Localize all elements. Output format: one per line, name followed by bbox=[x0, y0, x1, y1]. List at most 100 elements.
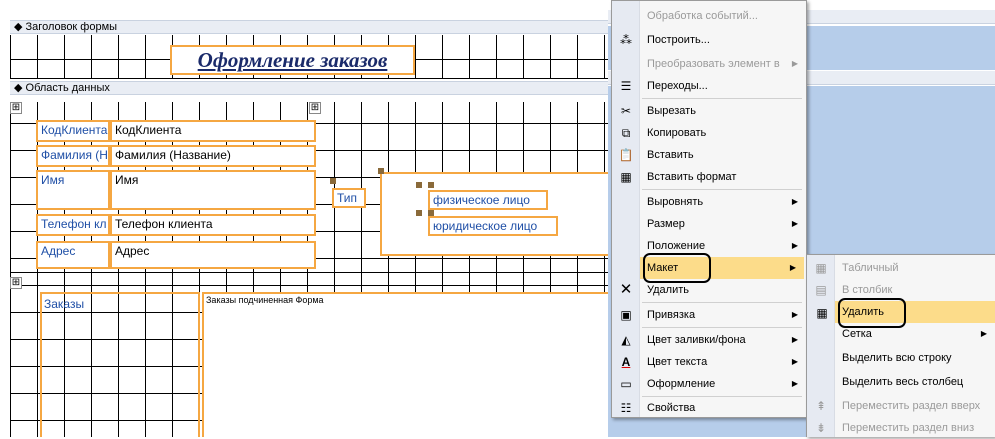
paste-format-icon: ▦ bbox=[620, 170, 632, 184]
menu-separator bbox=[642, 327, 802, 328]
submenu-arrow-icon: ▶ bbox=[791, 379, 798, 388]
submenu-item-move-down[interactable]: ⇟ Переместить раздел вниз bbox=[807, 417, 995, 439]
menu-item-position[interactable]: Положение ▶ bbox=[612, 235, 806, 257]
layout-move-icon[interactable]: ⊞ bbox=[309, 102, 321, 114]
label-familiya[interactable]: Фамилия (Н bbox=[36, 145, 110, 167]
menu-item-label: Выровнять bbox=[647, 196, 704, 208]
move-handle[interactable] bbox=[330, 178, 336, 184]
submenu-arrow-icon: ▶ bbox=[791, 310, 798, 319]
menu-item-label: Положение bbox=[647, 240, 706, 252]
move-handle[interactable] bbox=[416, 210, 422, 216]
submenu-arrow-icon: ▶ bbox=[791, 357, 798, 366]
submenu-item-select-row[interactable]: Выделить всю строку bbox=[807, 347, 995, 369]
menu-item-label: Копировать bbox=[647, 127, 707, 139]
menu-item-label: Выделить весь столбец bbox=[842, 376, 964, 388]
fill-color-icon: ◭ bbox=[621, 333, 631, 347]
menu-item-label: Вставить bbox=[647, 149, 694, 161]
field-imya[interactable]: Имя bbox=[110, 170, 316, 210]
menu-separator bbox=[642, 98, 802, 99]
label-telefon[interactable]: Телефон кл bbox=[36, 214, 110, 236]
menu-item-paste-format[interactable]: ▦ Вставить формат bbox=[612, 166, 806, 188]
menu-item-font-color[interactable]: A Цвет текста ▶ bbox=[612, 351, 806, 373]
submenu-arrow-icon: ▶ bbox=[980, 329, 987, 338]
grid-divider bbox=[10, 272, 610, 273]
menu-item-anchor[interactable]: ▣ Привязка ▶ bbox=[612, 304, 806, 326]
menu-item-label: Размер bbox=[647, 218, 685, 230]
field-adres[interactable]: Адрес bbox=[110, 241, 316, 269]
submenu-arrow-icon: ▶ bbox=[789, 263, 796, 272]
scissors-icon: ✂ bbox=[620, 104, 632, 118]
menu-item-label: Оформление bbox=[647, 378, 716, 390]
menu-item-paste[interactable]: 📋 Вставить bbox=[612, 144, 806, 166]
menu-item-label: Переходы... bbox=[647, 80, 708, 92]
subform-name: Заказы подчиненная Форма bbox=[206, 295, 324, 305]
subform-label: Заказы bbox=[44, 297, 85, 311]
form-header-section-bar[interactable]: ◆ Заголовок формы bbox=[10, 20, 610, 34]
tabular-icon: ▦ bbox=[815, 261, 827, 275]
field-kodklienta[interactable]: КодКлиента bbox=[110, 120, 316, 142]
menu-item-label: Табличный bbox=[842, 262, 899, 274]
option-yur-lico[interactable]: юридическое лицо bbox=[428, 216, 558, 236]
move-handle[interactable] bbox=[428, 182, 434, 188]
menu-item-align[interactable]: Выровнять ▶ bbox=[612, 191, 806, 213]
layout-move-icon[interactable]: ⊞ bbox=[10, 277, 22, 289]
submenu-arrow-icon: ▶ bbox=[791, 59, 798, 68]
layout-submenu: ▦ Табличный ▤ В столбик Удалить ▦ Сетка ▶ В… bbox=[806, 254, 995, 437]
field-telefon[interactable]: Телефон клиента bbox=[110, 214, 316, 236]
move-handle[interactable] bbox=[378, 168, 384, 174]
menu-item-tab-order[interactable]: ☰ Переходы... bbox=[612, 75, 806, 97]
paste-icon: 📋 bbox=[618, 148, 634, 162]
move-up-icon: ⇞ bbox=[815, 399, 827, 413]
subform-control[interactable] bbox=[202, 292, 610, 437]
submenu-item-select-column[interactable]: Выделить весь столбец bbox=[807, 371, 995, 393]
menu-item-convert[interactable]: Преобразовать элемент в ▶ bbox=[612, 53, 806, 75]
menu-item-label: Обработка событий... bbox=[647, 10, 758, 22]
menu-item-cut[interactable]: ✂ Вырезать bbox=[612, 100, 806, 122]
label-adres[interactable]: Адрес bbox=[36, 241, 110, 269]
subform-label-frame[interactable] bbox=[40, 292, 200, 437]
submenu-item-tabular[interactable]: ▦ Табличный bbox=[807, 257, 995, 279]
menu-item-label: Переместить раздел вверх bbox=[842, 400, 981, 412]
submenu-item-gridlines[interactable]: Сетка ▶ bbox=[807, 323, 995, 345]
collapse-arrow-icon: ◆ bbox=[14, 21, 23, 33]
menu-item-copy[interactable]: ⧉ Копировать bbox=[612, 122, 806, 144]
layout-move-icon[interactable]: ⊞ bbox=[10, 102, 22, 114]
submenu-arrow-icon: ▶ bbox=[791, 335, 798, 344]
detail-section-bar[interactable]: ◆ Область данных bbox=[10, 81, 610, 95]
menu-item-label: Вырезать bbox=[647, 105, 696, 117]
option-group-label[interactable]: Тип bbox=[332, 188, 366, 208]
move-handle[interactable] bbox=[416, 182, 422, 188]
menu-item-label: Свойства bbox=[647, 402, 696, 414]
menu-item-label: Цвет заливки/фона bbox=[647, 334, 746, 346]
option-fiz-lico[interactable]: физическое лицо bbox=[428, 190, 548, 210]
menu-item-properties[interactable]: ☷ Свойства bbox=[612, 397, 806, 419]
submenu-item-move-up[interactable]: ⇞ Переместить раздел вверх bbox=[807, 395, 995, 417]
menu-item-build[interactable]: ⁂ Построить... bbox=[612, 29, 806, 51]
label-kodklienta[interactable]: КодКлиента bbox=[36, 120, 110, 142]
menu-item-label: Построить... bbox=[647, 34, 710, 46]
field-familiya[interactable]: Фамилия (Название) bbox=[110, 145, 316, 167]
anchor-icon: ▣ bbox=[620, 308, 632, 322]
menu-item-size[interactable]: Размер ▶ bbox=[612, 213, 806, 235]
menu-item-event-handling[interactable]: Обработка событий... bbox=[612, 5, 806, 27]
context-menu: Обработка событий... ⁂ Построить... Преоб… bbox=[611, 0, 807, 418]
menu-item-delete[interactable]: ✕ Удалить bbox=[612, 279, 806, 301]
form-header-section-label: Заголовок формы bbox=[25, 21, 118, 33]
font-color-icon: A bbox=[621, 355, 631, 369]
submenu-arrow-icon: ▶ bbox=[791, 197, 798, 206]
menu-item-label: Сетка bbox=[842, 328, 872, 340]
menu-item-label: Цвет текста bbox=[647, 356, 708, 368]
menu-item-label: Преобразовать элемент в bbox=[647, 58, 780, 70]
menu-item-fill-color[interactable]: ◭ Цвет заливки/фона ▶ bbox=[612, 329, 806, 351]
build-icon: ⁂ bbox=[620, 33, 632, 47]
submenu-arrow-icon: ▶ bbox=[791, 241, 798, 250]
copy-icon: ⧉ bbox=[621, 126, 631, 140]
menu-separator bbox=[642, 302, 802, 303]
form-title[interactable]: Оформление заказов bbox=[170, 45, 415, 75]
menu-separator bbox=[642, 189, 802, 190]
menu-item-label: Вставить формат bbox=[647, 171, 737, 183]
collapse-arrow-icon: ◆ bbox=[14, 82, 23, 94]
menu-item-effect[interactable]: ▭ Оформление ▶ bbox=[612, 373, 806, 395]
label-imya[interactable]: Имя bbox=[36, 170, 110, 210]
menu-item-label: Выделить всю строку bbox=[842, 352, 952, 364]
